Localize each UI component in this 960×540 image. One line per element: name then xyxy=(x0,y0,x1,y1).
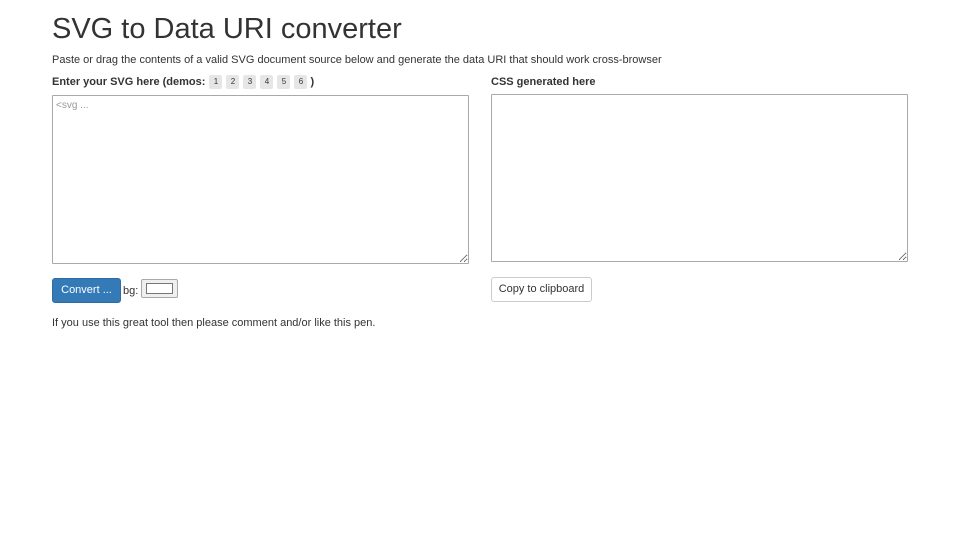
bg-color-swatch xyxy=(146,283,173,294)
svg-input-label: Enter your SVG here (demos: 1 2 3 4 5 6 … xyxy=(52,75,314,89)
demo-button-5[interactable]: 5 xyxy=(277,75,291,89)
convert-button[interactable]: Convert ... xyxy=(52,278,121,303)
copy-to-clipboard-button[interactable]: Copy to clipboard xyxy=(491,277,592,302)
demo-button-6[interactable]: 6 xyxy=(294,75,308,89)
svg-input-textarea[interactable] xyxy=(52,95,469,264)
demo-links: 1 2 3 4 5 6 xyxy=(209,75,311,89)
css-output-textarea[interactable] xyxy=(491,94,908,262)
bg-color-picker[interactable] xyxy=(141,279,178,298)
bg-color-label: bg: xyxy=(123,285,139,297)
css-output-label: CSS generated here xyxy=(491,76,596,88)
page: SVG to Data URI converter Paste or drag … xyxy=(0,0,960,540)
demo-button-4[interactable]: 4 xyxy=(260,75,274,89)
page-subtitle: Paste or drag the contents of a valid SV… xyxy=(52,54,662,66)
demo-button-2[interactable]: 2 xyxy=(226,75,240,89)
svg-input-label-close: ) xyxy=(310,76,315,88)
page-title: SVG to Data URI converter xyxy=(52,13,402,45)
demo-button-3[interactable]: 3 xyxy=(243,75,257,89)
footer-note: If you use this great tool then please c… xyxy=(52,317,376,329)
demo-button-1[interactable]: 1 xyxy=(209,75,223,89)
svg-input-label-text: Enter your SVG here (demos: xyxy=(52,76,206,88)
